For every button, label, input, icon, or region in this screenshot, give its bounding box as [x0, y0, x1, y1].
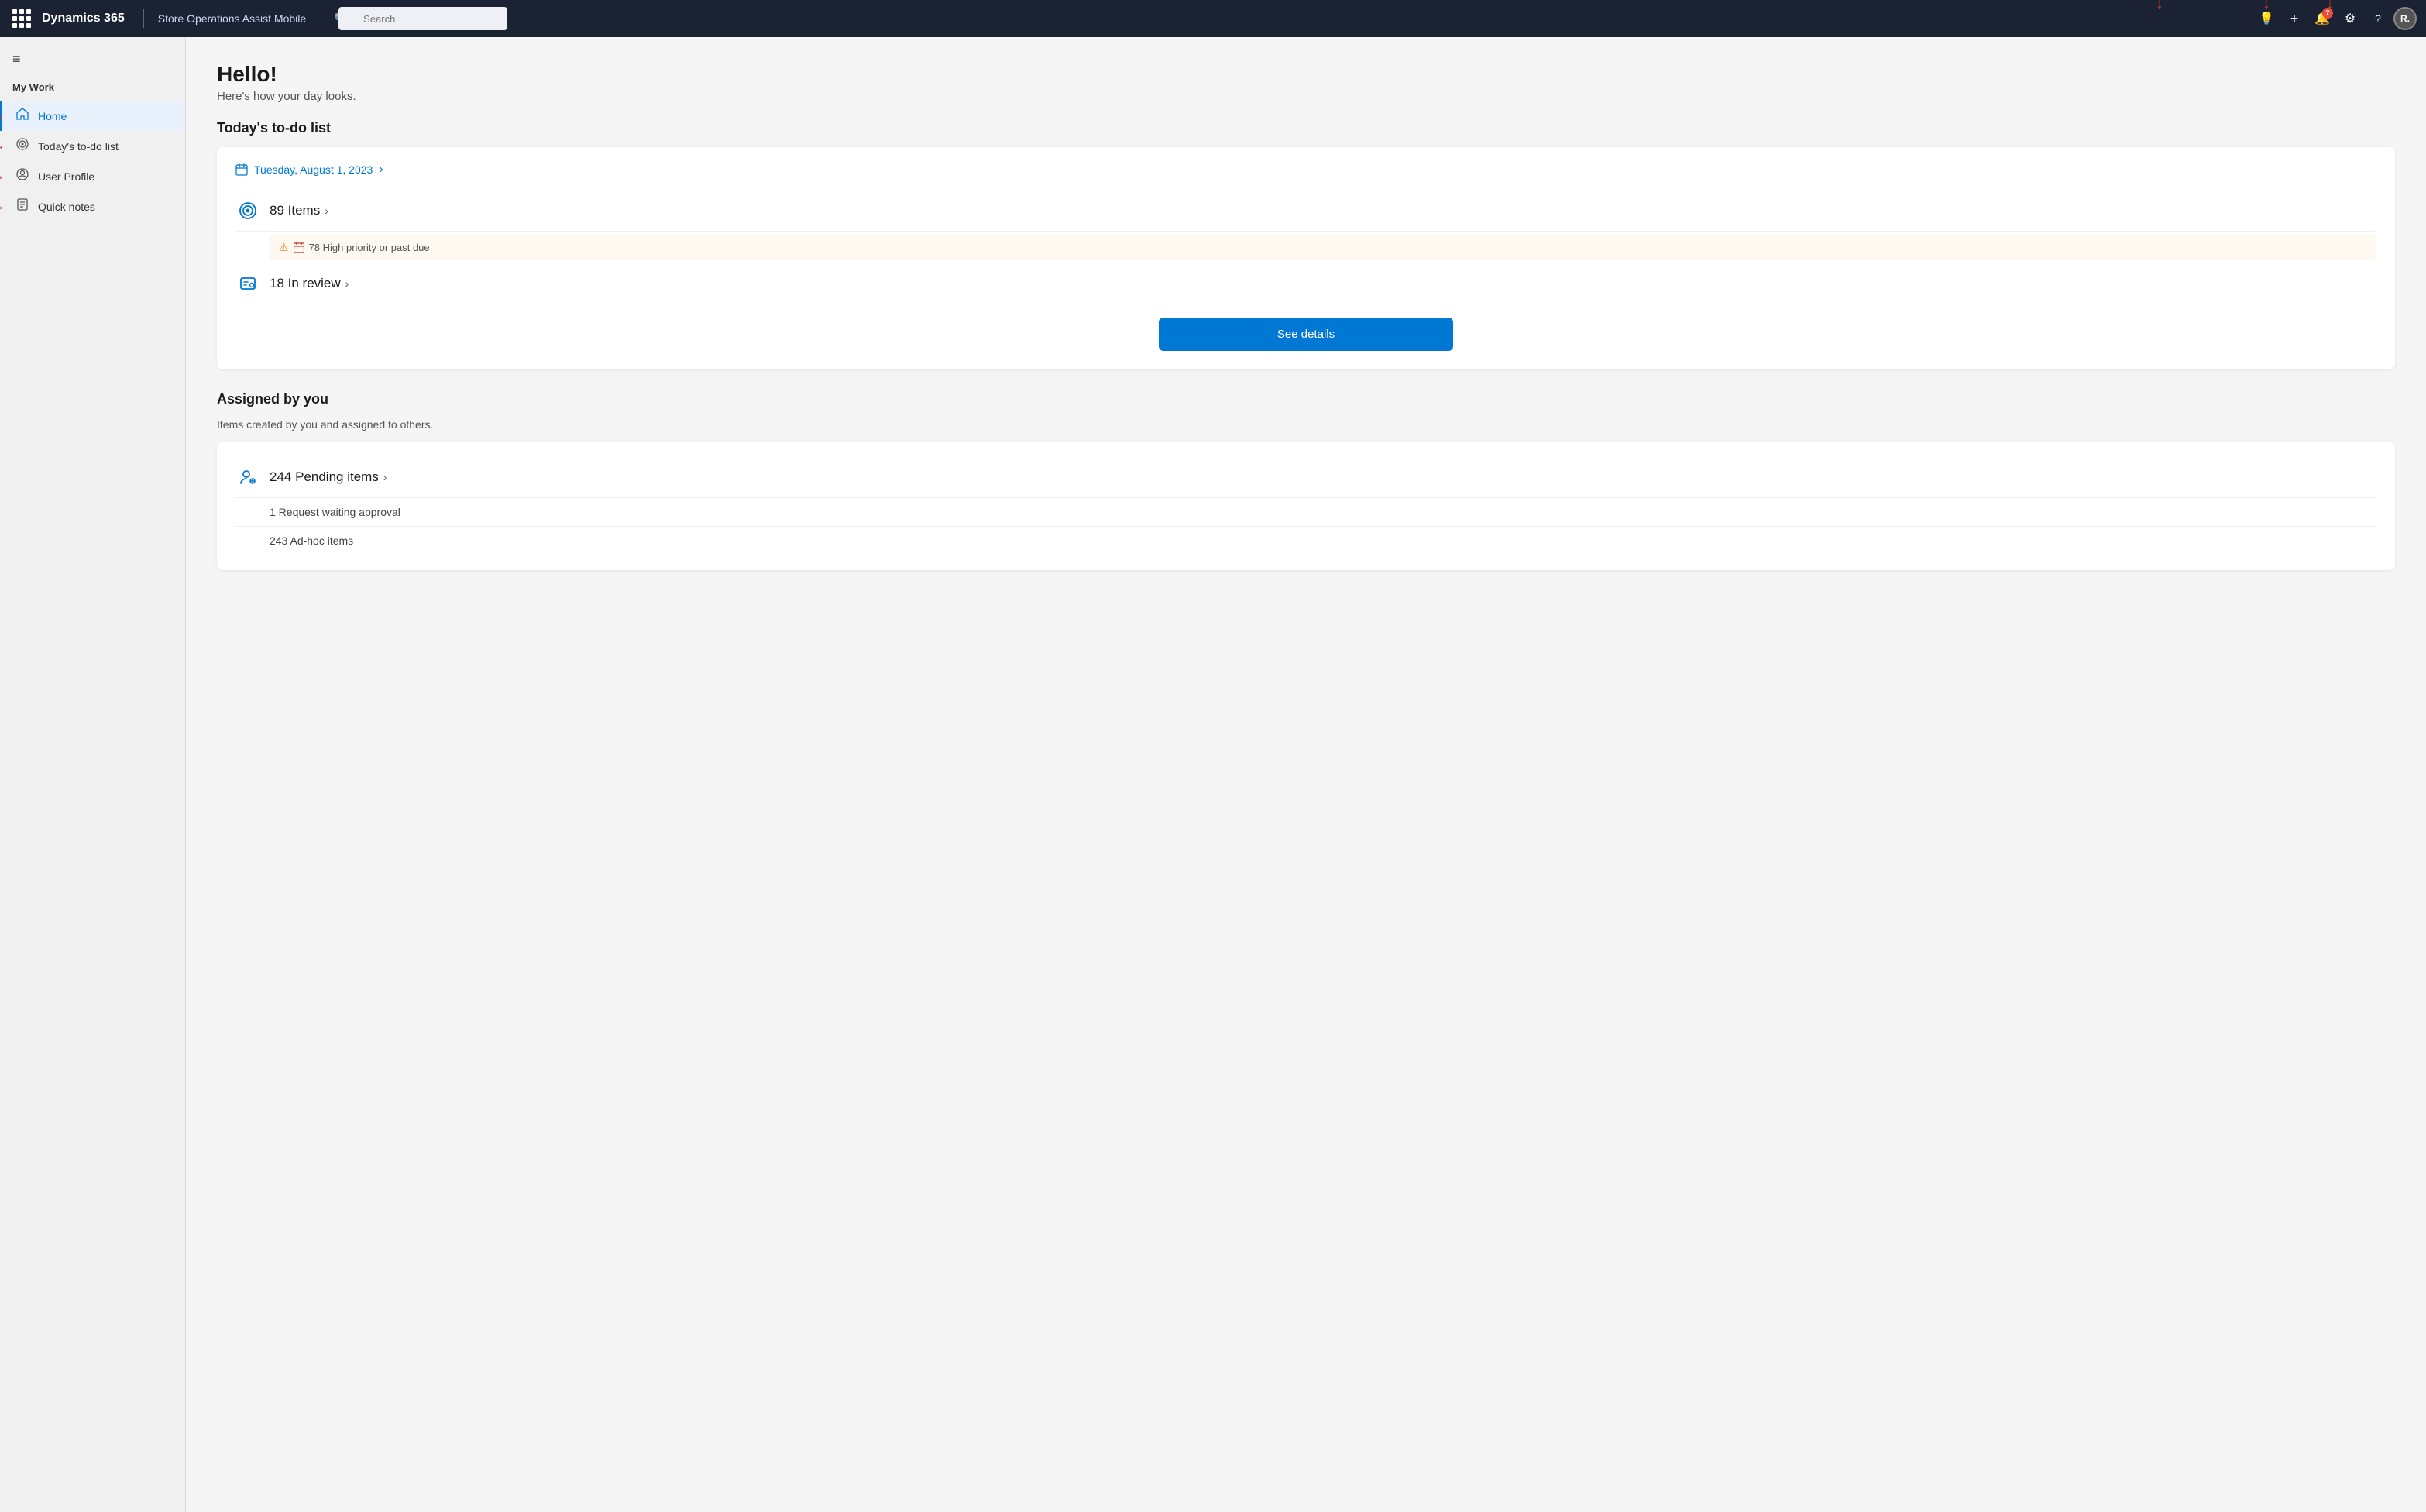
items-chevron: ›: [325, 204, 328, 217]
nav-divider: [143, 9, 144, 28]
sidebar-item-label-home: Home: [38, 110, 67, 122]
target-stat-icon: [235, 198, 260, 223]
settings-button[interactable]: ⚙: [2338, 6, 2362, 31]
assigned-subtitle: Items created by you and assigned to oth…: [217, 418, 2395, 431]
lightbulb-icon: 💡: [2259, 11, 2274, 26]
calendar-icon: [235, 163, 248, 176]
items-count-label[interactable]: 89 Items ›: [270, 203, 328, 218]
greeting-title: Hello!: [217, 62, 2395, 87]
sidebar-item-home[interactable]: Home: [0, 101, 185, 131]
app-name: Store Operations Assist Mobile: [158, 12, 306, 25]
search-wrapper: 🔍: [326, 7, 2234, 30]
review-count-label[interactable]: 18 In review ›: [270, 276, 349, 291]
waffle-menu[interactable]: [9, 6, 34, 31]
pending-count-label[interactable]: 244 Pending items ›: [270, 469, 387, 485]
pending-icon: [235, 465, 260, 490]
topnav-icons: 💡 + 🔔 7 ⚙ ? R.: [2254, 6, 2417, 31]
warning-icon: ⚠: [279, 241, 289, 254]
sidebar-section-title: My Work: [0, 78, 185, 101]
pending-sub-item-2: 243 Ad-hoc items: [235, 527, 2376, 555]
sidebar-toggle[interactable]: ≡: [0, 46, 185, 78]
pending-row: 244 Pending items ›: [235, 457, 2376, 498]
notification-button[interactable]: 🔔 7: [2310, 6, 2335, 31]
plus-icon: +: [2290, 11, 2299, 27]
main-layout: ≡ My Work 1 → Home 2 →: [0, 37, 2426, 1512]
items-row: 89 Items ›: [235, 191, 2376, 232]
brand-name[interactable]: Dynamics 365: [42, 12, 125, 26]
help-button[interactable]: ?: [2366, 6, 2390, 31]
assigned-card: 244 Pending items › 1 Request waiting ap…: [217, 442, 2395, 570]
note-icon: [15, 198, 30, 215]
main-content: Hello! Here's how your day looks. Today'…: [186, 37, 2426, 1512]
gear-icon: ⚙: [2345, 11, 2356, 26]
today-card: Tuesday, August 1, 2023 › 89 Items: [217, 147, 2395, 369]
sidebar-item-notes[interactable]: Quick notes: [0, 191, 185, 222]
notification-badge: 7: [2322, 8, 2333, 19]
help-icon: ?: [2375, 12, 2381, 25]
assigned-section-title: Assigned by you: [217, 391, 2395, 407]
search-input[interactable]: [338, 7, 507, 30]
see-details-button[interactable]: See details: [1159, 318, 1453, 351]
add-button[interactable]: +: [2282, 6, 2307, 31]
sidebar: ≡ My Work 1 → Home 2 →: [0, 37, 186, 1512]
home-icon: [15, 108, 30, 124]
sidebar-item-label-notes: Quick notes: [38, 201, 95, 213]
user-circle-icon: [15, 168, 30, 184]
date-chevron: ›: [379, 163, 383, 177]
pending-sub-item-1: 1 Request waiting approval: [235, 498, 2376, 527]
review-icon: [235, 271, 260, 296]
review-chevron: ›: [345, 277, 349, 290]
pending-chevron: ›: [383, 471, 387, 483]
lightbulb-button[interactable]: 💡: [2254, 6, 2279, 31]
avatar[interactable]: R.: [2393, 7, 2417, 30]
target-icon: [15, 138, 30, 154]
today-section-title: Today's to-do list: [217, 120, 2395, 136]
greeting-subtitle: Here's how your day looks.: [217, 90, 2395, 103]
top-navigation: Dynamics 365 Store Operations Assist Mob…: [0, 0, 2426, 37]
warning-label: 78 High priority or past due: [309, 242, 430, 253]
sidebar-item-todo[interactable]: Today's to-do list: [0, 131, 185, 161]
warning-row: ⚠ 78 High priority or past due: [270, 235, 2376, 260]
review-row: 18 In review ›: [235, 263, 2376, 304]
hamburger-icon: ≡: [12, 51, 21, 67]
sidebar-item-label-todo: Today's to-do list: [38, 140, 119, 153]
date-row[interactable]: Tuesday, August 1, 2023 ›: [235, 163, 2376, 177]
sidebar-item-profile[interactable]: User Profile: [0, 161, 185, 191]
sidebar-item-label-profile: User Profile: [38, 170, 94, 183]
date-label: Tuesday, August 1, 2023: [254, 163, 373, 176]
calendar-warning-icon: [294, 242, 304, 253]
